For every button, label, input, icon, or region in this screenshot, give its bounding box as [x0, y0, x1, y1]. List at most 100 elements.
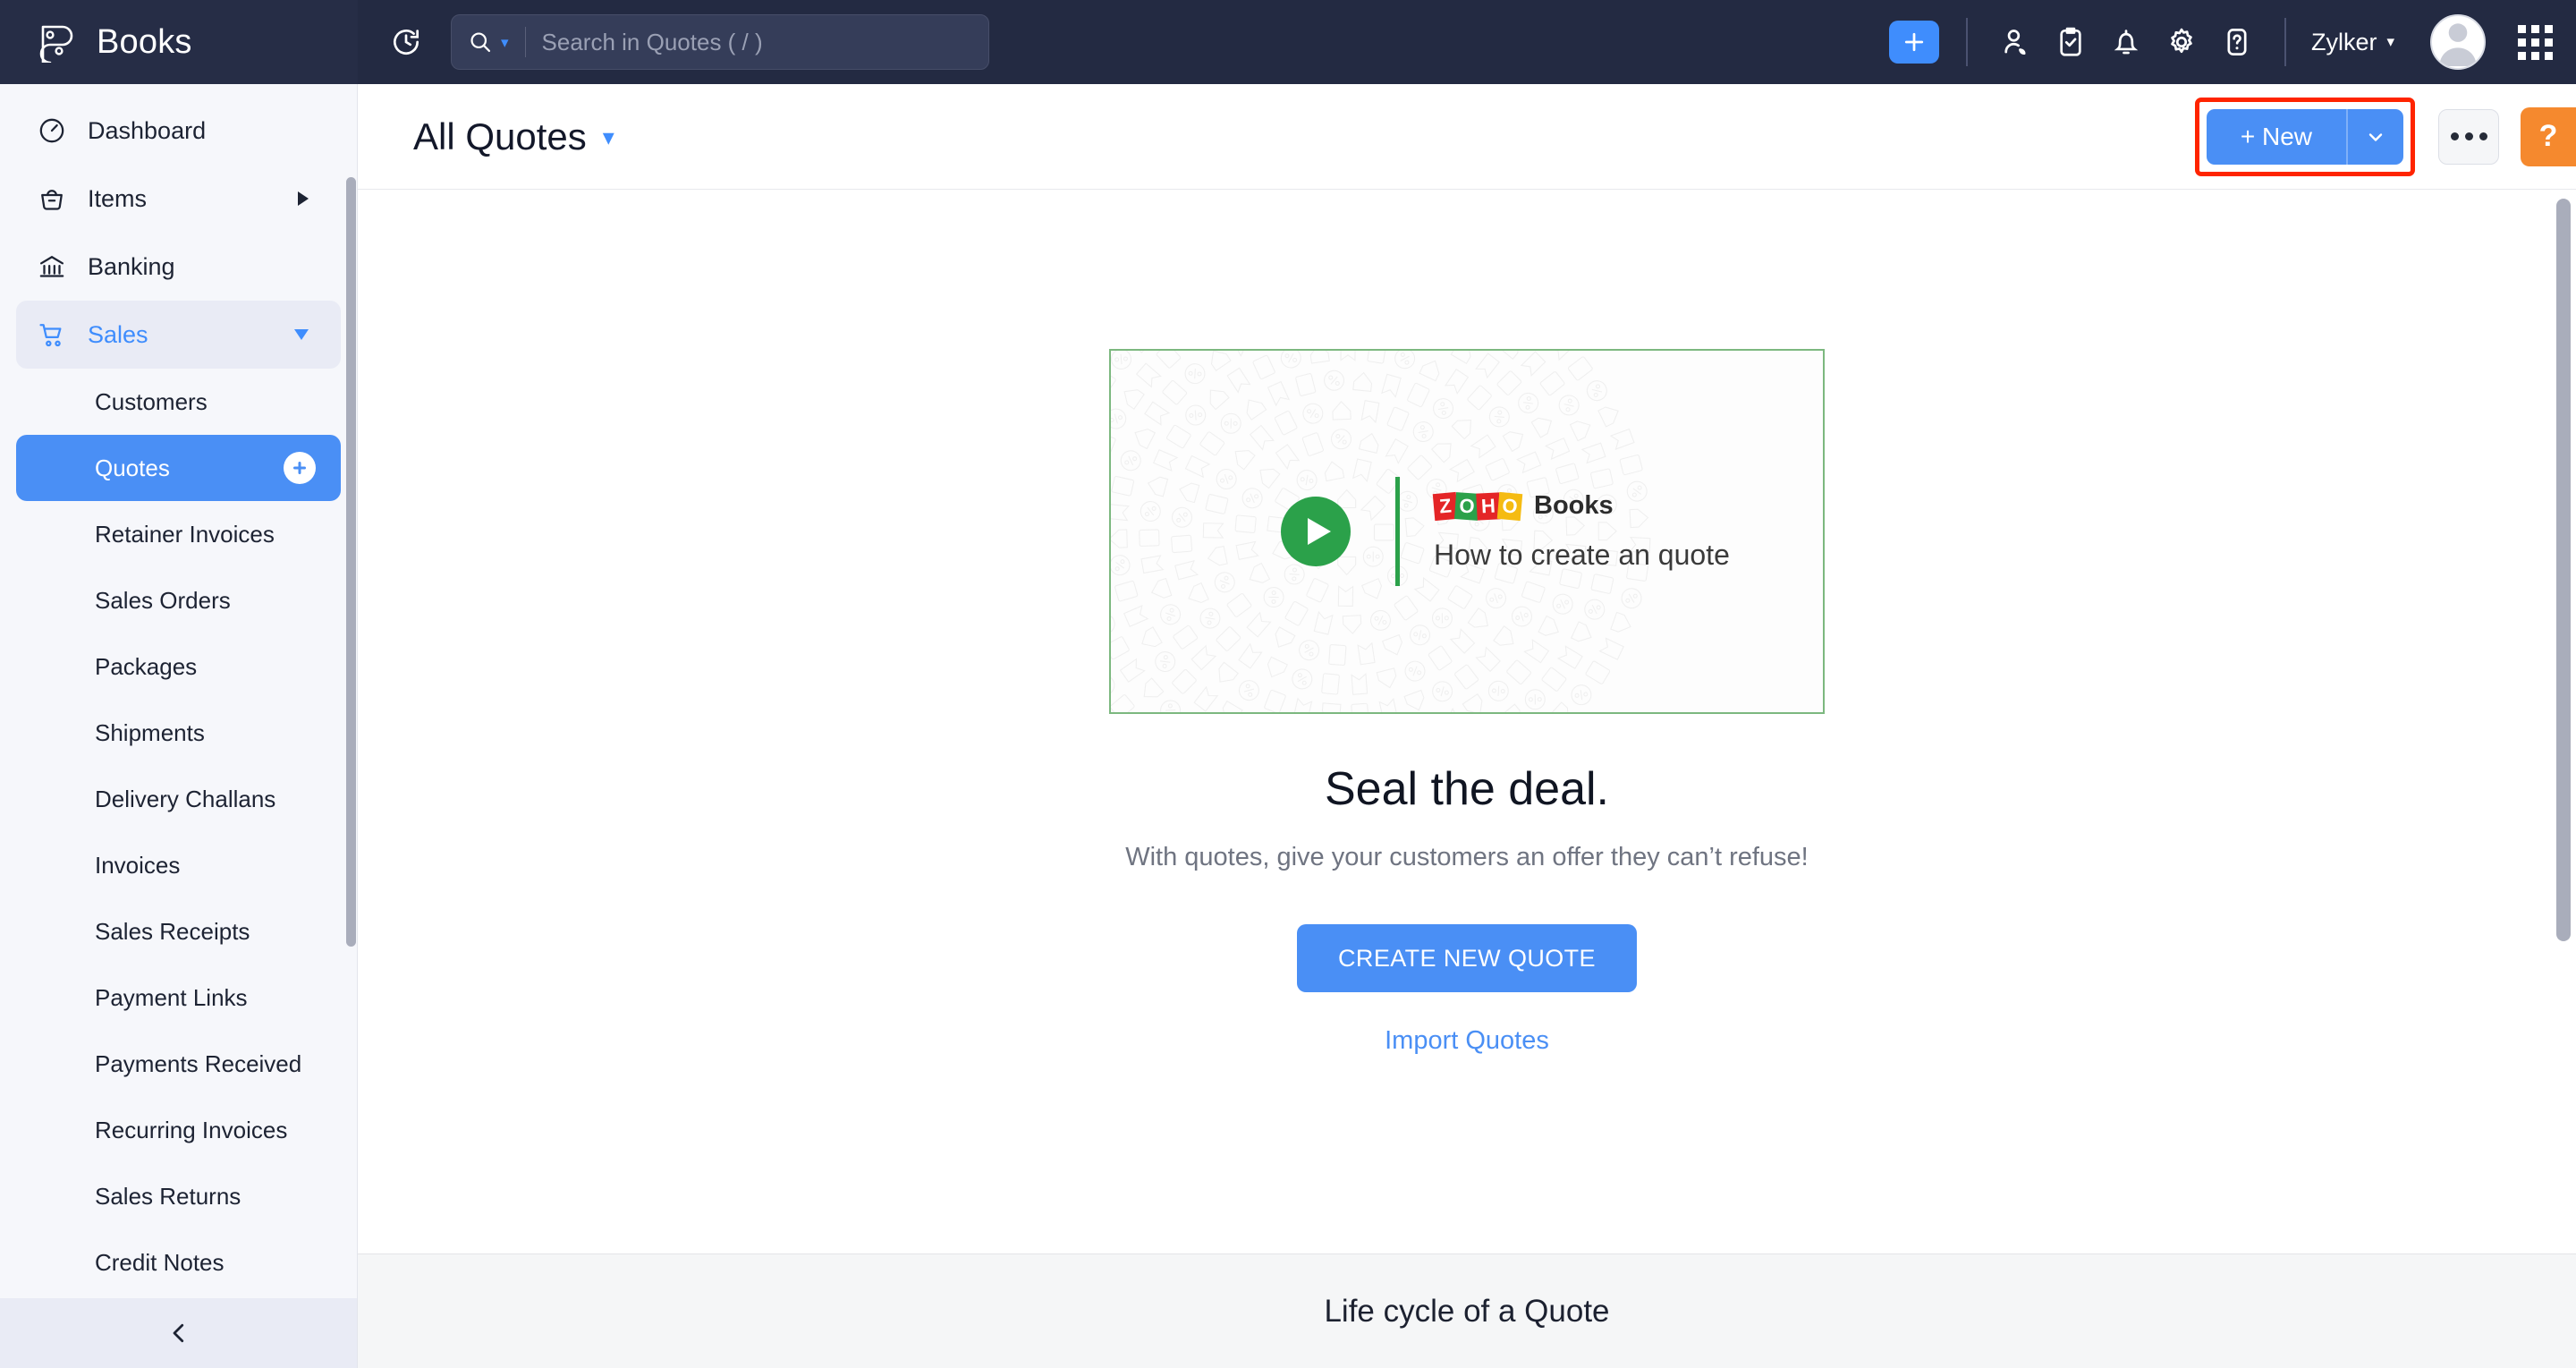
create-new-quote-button[interactable]: CREATE NEW QUOTE [1297, 924, 1637, 992]
add-quote-badge-icon[interactable] [284, 452, 316, 484]
plus-icon [1901, 29, 1928, 55]
sidebar-item-label: Sales [88, 321, 275, 349]
search-box[interactable]: ▾ [451, 14, 989, 70]
bank-icon [36, 251, 68, 283]
sidebar-item-invoices[interactable]: Invoices [16, 832, 341, 898]
help-tab-button[interactable]: ? [2521, 107, 2576, 166]
chevron-down-icon[interactable]: ▾ [603, 125, 614, 149]
notifications-bell-icon[interactable] [2098, 14, 2154, 70]
sidebar-item-label: Dashboard [88, 117, 309, 145]
org-name-label: Zylker [2311, 29, 2377, 56]
sidebar-item-packages[interactable]: Packages [16, 633, 341, 700]
sidebar-item-label: Quotes [95, 455, 284, 482]
lifecycle-section: Life cycle of a Quote [358, 1253, 2576, 1368]
lifecycle-title: Life cycle of a Quote [1324, 1294, 1609, 1330]
sidebar-item-sales[interactable]: Sales [16, 301, 341, 369]
sidebar-item-label: Banking [88, 253, 309, 281]
sidebar-item-payments-received[interactable]: Payments Received [16, 1031, 341, 1097]
sidebar-item-quotes[interactable]: Quotes [16, 435, 341, 501]
content-scrollbar[interactable] [2556, 199, 2571, 1368]
refresh-clock-icon[interactable] [381, 17, 431, 67]
sidebar-item-delivery-challans[interactable]: Delivery Challans [16, 766, 341, 832]
topbar-divider-2 [2284, 18, 2286, 66]
empty-state-headline: Seal the deal. [1325, 762, 1609, 816]
page-header: All Quotes ▾ + New [358, 84, 2576, 190]
sidebar-item-dashboard[interactable]: Dashboard [16, 97, 341, 165]
empty-state-subtext: With quotes, give your customers an offe… [1125, 843, 1809, 872]
cart-icon [36, 319, 68, 351]
sidebar-item-label: Delivery Challans [95, 786, 316, 813]
video-card-divider [1395, 477, 1400, 586]
more-options-button[interactable] [2438, 109, 2499, 165]
video-card-text: Z O H O Books How to create an quote [1434, 491, 1730, 572]
avatar[interactable] [2430, 14, 2486, 70]
video-caption: How to create an quote [1434, 539, 1730, 572]
books-logo-icon [36, 21, 77, 63]
plus-icon [289, 457, 310, 479]
speedometer-icon [36, 115, 68, 147]
chevron-down-icon [294, 329, 309, 340]
search-divider [525, 27, 526, 57]
sidebar-item-sales-orders[interactable]: Sales Orders [16, 567, 341, 633]
empty-state: Z O H O Books How to create an quote [358, 190, 2576, 1253]
chevron-right-icon [298, 191, 309, 206]
sidebar-item-label: Sales Returns [95, 1183, 316, 1211]
sidebar-collapse-button[interactable] [0, 1298, 357, 1368]
ellipsis-dot [2451, 132, 2459, 140]
sidebar-scrollbar[interactable] [345, 84, 356, 1298]
tasks-clipboard-icon[interactable] [2043, 14, 2098, 70]
search-icon [468, 30, 493, 55]
ellipsis-dot [2465, 132, 2473, 140]
zoho-wordmark: Z O H O [1434, 493, 1521, 520]
page-title-label: All Quotes [413, 115, 587, 158]
sidebar-item-credit-notes[interactable]: Credit Notes [16, 1229, 341, 1296]
search-scope-selector[interactable]: ▾ [468, 30, 509, 55]
apps-grid-icon[interactable] [2518, 25, 2553, 60]
sidebar-item-sales-receipts[interactable]: Sales Receipts [16, 898, 341, 964]
contacts-icon[interactable] [1987, 14, 2043, 70]
sidebar-item-label: Packages [95, 653, 316, 681]
new-button-group: + New [2207, 109, 2403, 165]
sidebar-item-label: Payment Links [95, 984, 316, 1012]
sidebar-item-shipments[interactable]: Shipments [16, 700, 341, 766]
sidebar-item-customers[interactable]: Customers [16, 369, 341, 435]
quick-create-button[interactable] [1889, 21, 1939, 64]
sidebar-item-payment-links[interactable]: Payment Links [16, 964, 341, 1031]
video-card-inner: Z O H O Books How to create an quote [1111, 477, 1730, 586]
chevron-down-icon [2365, 126, 2386, 148]
help-question-icon[interactable] [2209, 14, 2265, 70]
sidebar-item-label: Items [88, 185, 278, 213]
sidebar-item-retainer-invoices[interactable]: Retainer Invoices [16, 501, 341, 567]
brand-area[interactable]: Books [0, 0, 358, 84]
sidebar-item-recurring-invoices[interactable]: Recurring Invoices [16, 1097, 341, 1163]
search-input[interactable] [542, 29, 972, 56]
settings-gear-icon[interactable] [2154, 14, 2209, 70]
play-triangle [1308, 518, 1331, 545]
zoho-books-logo: Z O H O Books [1434, 491, 1730, 521]
tutorial-video-card[interactable]: Z O H O Books How to create an quote [1109, 349, 1825, 714]
page-title[interactable]: All Quotes ▾ [413, 115, 614, 158]
app-root: Books ▾ [0, 0, 2576, 1368]
content-scrollbar-thumb[interactable] [2556, 199, 2571, 941]
sidebar-item-banking[interactable]: Banking [16, 233, 341, 301]
app-body: Dashboard Items [0, 84, 2576, 1368]
sidebar-scroll-area: Dashboard Items [0, 84, 357, 1298]
import-quotes-link[interactable]: Import Quotes [1385, 1026, 1549, 1056]
content-area: Z O H O Books How to create an quote [358, 190, 2576, 1368]
sidebar-scrollbar-thumb[interactable] [346, 177, 356, 947]
sidebar-item-label: Sales Receipts [95, 918, 316, 946]
chevron-left-icon [165, 1320, 192, 1347]
brand-name: Books [97, 23, 192, 62]
sidebar-item-label: Credit Notes [95, 1249, 316, 1277]
new-button[interactable]: + New [2207, 109, 2346, 165]
sidebar-item-items[interactable]: Items [16, 165, 341, 233]
sidebar-item-sales-returns[interactable]: Sales Returns [16, 1163, 341, 1229]
chevron-down-icon: ▾ [2386, 33, 2394, 51]
org-switcher[interactable]: Zylker ▾ [2306, 29, 2400, 56]
chevron-down-icon: ▾ [501, 35, 509, 50]
new-dropdown-button[interactable] [2348, 109, 2403, 165]
play-icon[interactable] [1281, 497, 1351, 566]
new-button-highlight: + New [2195, 98, 2415, 176]
zoho-letter-o2: O [1497, 491, 1523, 520]
sidebar-item-label: Shipments [95, 719, 316, 747]
